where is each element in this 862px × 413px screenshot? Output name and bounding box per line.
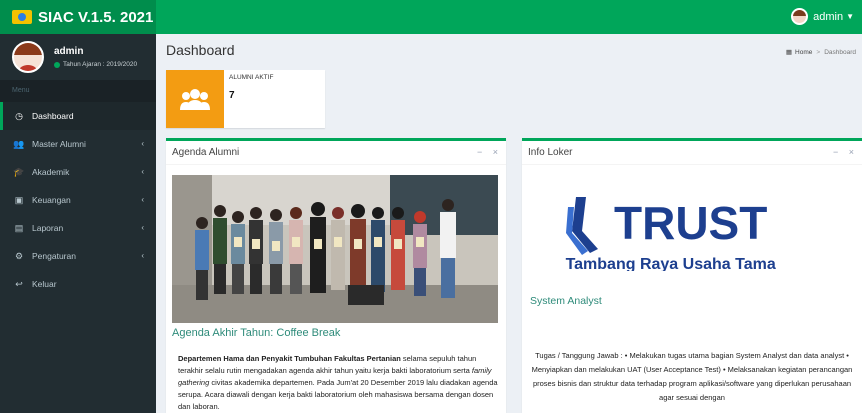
sidebar-item-keuangan[interactable]: ▣ Keuangan ‹	[0, 186, 156, 214]
collapse-icon[interactable]: −	[833, 147, 838, 157]
breadcrumb: ▦ Home > Dashboard	[785, 48, 856, 57]
app-title: SIAC V.1.5. 2021	[38, 8, 154, 26]
chevron-left-icon: ‹	[141, 167, 144, 176]
box-header: Info Loker − ×	[522, 141, 862, 165]
brand[interactable]: SIAC V.1.5. 2021	[0, 0, 156, 34]
agenda-body-part-2: civitas akademika departemen. Pada Jum'a…	[178, 378, 498, 411]
money-icon: ▣	[14, 194, 24, 205]
user-menu[interactable]: admin ▼	[791, 8, 854, 25]
app-logo-icon	[12, 10, 32, 24]
box-title: Agenda Alumni	[172, 147, 240, 158]
stat-box-alumni-aktif: ALUMNI AKTIF 7	[166, 70, 325, 128]
dashboard-icon: ◷	[15, 110, 23, 121]
sidebar-item-label: Pengaturan	[32, 251, 76, 261]
company-logo: TRUST PT. Tambang Raya Usaha Tama	[562, 197, 776, 271]
home-icon: ▦	[785, 49, 793, 56]
page-title: Dashboard	[166, 42, 235, 58]
user-menu-label: admin	[813, 10, 844, 23]
stat-value: 7	[229, 90, 235, 101]
user-status-text: Tahun Ajaran : 2019/2020	[63, 61, 138, 68]
sidebar-item-label: Dashboard	[32, 111, 74, 121]
user-avatar-icon	[791, 8, 809, 25]
gear-icon: ⚙	[14, 250, 24, 261]
logo-text: TRUST	[614, 197, 767, 249]
sidebar-item-pengaturan[interactable]: ⚙ Pengaturan ‹	[0, 242, 156, 270]
online-dot-icon	[54, 61, 60, 68]
stat-label: ALUMNI AKTIF	[229, 74, 274, 81]
sidebar-item-label: Laporan	[32, 223, 64, 233]
agenda-post-title[interactable]: Agenda Akhir Tahun: Coffee Break	[172, 327, 340, 339]
box-tools: − ×	[825, 147, 854, 157]
agenda-body-bold: Departemen Hama dan Penyakit Tumbuhan Fa…	[178, 354, 401, 363]
user-panel: admin Tahun Ajaran : 2019/2020	[0, 34, 156, 80]
chevron-left-icon: ‹	[141, 251, 144, 260]
graduation-cap-icon: 🎓	[13, 166, 25, 177]
agenda-photo	[172, 175, 498, 323]
sidebar-item-laporan[interactable]: ▤ Laporan ‹	[0, 214, 156, 242]
avatar	[12, 41, 44, 73]
box-title: Info Loker	[528, 147, 573, 158]
content-header: Dashboard ▦ Home > Dashboard	[166, 42, 856, 64]
users-icon: 👥	[13, 138, 25, 149]
chevron-left-icon: ‹	[141, 223, 144, 232]
box-header: Agenda Alumni − ×	[166, 141, 506, 165]
menu-header: Menu	[0, 80, 156, 102]
sidebar-item-master-alumni[interactable]: 👥 Master Alumni ‹	[0, 130, 156, 158]
caret-down-icon: ▼	[846, 12, 854, 21]
sidebar-item-akademik[interactable]: 🎓 Akademik ‹	[0, 158, 156, 186]
chevron-left-icon: ‹	[141, 195, 144, 204]
close-icon[interactable]: ×	[849, 147, 854, 157]
breadcrumb-home[interactable]: Home	[795, 49, 812, 56]
breadcrumb-current: Dashboard	[824, 48, 856, 56]
agenda-alumni-box: Agenda Alumni − × Agenda Akhir Tahun: Co…	[166, 138, 506, 413]
close-icon[interactable]: ×	[493, 147, 498, 157]
logout-icon: ↩	[15, 278, 23, 289]
sidebar-user-status: Tahun Ajaran : 2019/2020	[54, 61, 137, 68]
chevron-left-icon: ‹	[141, 139, 144, 148]
sidebar-item-keluar[interactable]: ↩ Keluar	[0, 270, 156, 298]
sidebar: admin Tahun Ajaran : 2019/2020 Menu ◷ Da…	[0, 34, 156, 413]
collapse-icon[interactable]: −	[477, 147, 482, 157]
users-icon	[166, 70, 224, 128]
sidebar-item-label: Keluar	[32, 279, 57, 289]
sidebar-item-dashboard[interactable]: ◷ Dashboard	[0, 102, 156, 130]
agenda-post-body: Departemen Hama dan Penyakit Tumbuhan Fa…	[178, 353, 498, 413]
sidebar-user-name: admin	[54, 46, 84, 57]
sidebar-item-label: Master Alumni	[32, 139, 86, 149]
job-title[interactable]: System Analyst	[530, 295, 602, 307]
box-tools: − ×	[469, 147, 498, 157]
company-name: PT. Tambang Raya Usaha Tama	[562, 256, 776, 271]
job-description: Tugas / Tanggung Jawab : • Melakukan tug…	[531, 351, 853, 402]
report-icon: ▤	[14, 222, 24, 233]
info-loker-box: Info Loker − × TRUST PT. Tambang Raya Us…	[522, 138, 862, 413]
sidebar-item-label: Keuangan	[32, 195, 71, 205]
top-navbar: SIAC V.1.5. 2021 admin ▼	[0, 0, 862, 34]
sidebar-item-label: Akademik	[32, 167, 70, 177]
